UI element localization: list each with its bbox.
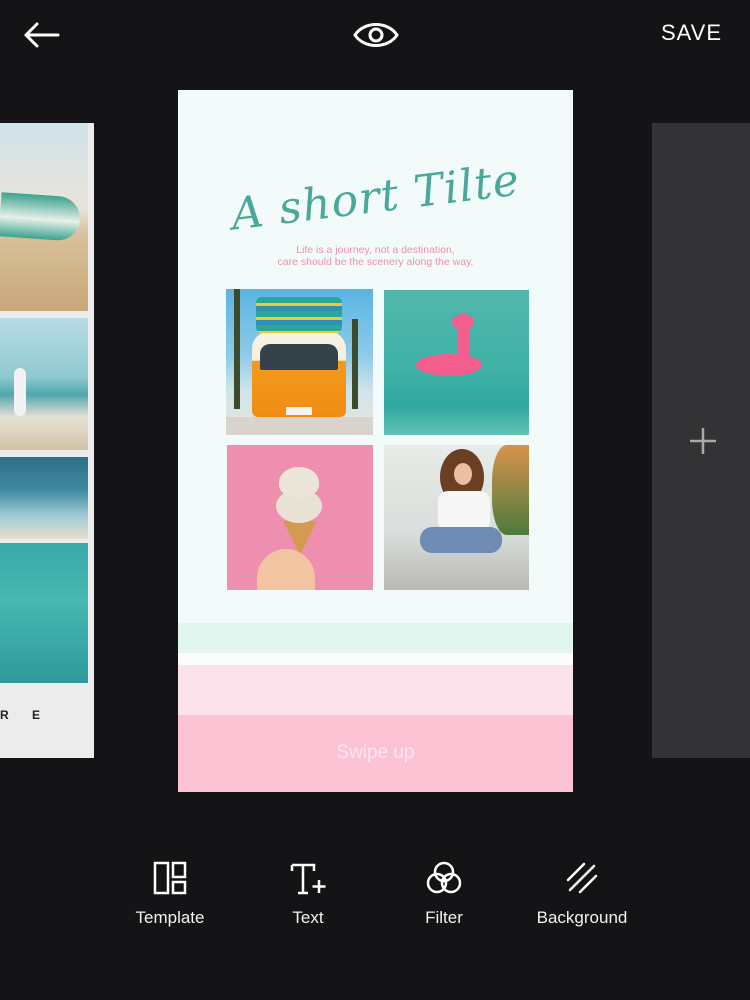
van-photo[interactable] bbox=[226, 289, 373, 435]
story-title[interactable]: A short Tilte bbox=[178, 148, 573, 247]
light-pink-band bbox=[178, 665, 573, 715]
arrow-left-icon bbox=[24, 22, 60, 48]
template-tool-label: Template bbox=[135, 908, 205, 927]
preview-button[interactable] bbox=[352, 18, 400, 52]
mint-band bbox=[178, 623, 573, 653]
background-stripes-icon bbox=[566, 862, 598, 894]
background-tool-label: Background bbox=[536, 908, 628, 927]
text-plus-icon bbox=[290, 863, 326, 895]
girl-sitting-photo[interactable] bbox=[384, 445, 529, 590]
background-tool-button[interactable]: Background bbox=[527, 860, 637, 928]
palm-tree bbox=[234, 289, 240, 409]
ocean-photo bbox=[0, 457, 88, 539]
template-icon bbox=[153, 861, 187, 895]
van-plate bbox=[286, 407, 312, 415]
plus-icon bbox=[690, 428, 716, 454]
story-canvas[interactable]: A short Tilte Life is a journey, not a d… bbox=[178, 90, 573, 792]
ice-cream-scoop-top bbox=[279, 467, 319, 497]
filter-tool-button[interactable]: Filter bbox=[404, 860, 484, 928]
flamingo-float-photo[interactable] bbox=[384, 290, 529, 435]
swipe-up-label[interactable]: Swipe up bbox=[178, 742, 573, 764]
water-photo bbox=[0, 543, 88, 683]
previous-card-text: R E bbox=[0, 708, 51, 722]
girl-shirt bbox=[438, 491, 490, 531]
text-tool-button[interactable]: Text bbox=[268, 860, 348, 928]
van-window bbox=[260, 344, 338, 370]
beach-photo bbox=[0, 318, 88, 450]
hand bbox=[257, 549, 315, 590]
girl-face bbox=[454, 463, 472, 485]
previous-story-card[interactable]: R E bbox=[0, 123, 94, 758]
plant bbox=[492, 445, 529, 535]
girl-jeans bbox=[420, 527, 502, 553]
filter-tool-label: Filter bbox=[425, 908, 463, 927]
back-button[interactable] bbox=[22, 18, 62, 52]
template-tool-button[interactable]: Template bbox=[124, 860, 216, 928]
road bbox=[226, 417, 373, 435]
ice-cream-photo[interactable] bbox=[227, 445, 373, 590]
flamingo-ring bbox=[416, 354, 482, 376]
surfboard-standing-shape bbox=[14, 368, 26, 416]
save-button[interactable]: SAVE bbox=[661, 20, 722, 46]
white-band bbox=[178, 653, 573, 665]
flamingo-head bbox=[452, 314, 474, 330]
story-subtitle-line2[interactable]: care should be the scenery along the way… bbox=[178, 256, 573, 269]
filter-circles-icon bbox=[426, 861, 462, 894]
add-story-card[interactable] bbox=[652, 123, 750, 758]
surfboard-photo bbox=[0, 123, 88, 311]
surfboard-shape bbox=[0, 192, 82, 242]
eye-icon bbox=[353, 23, 399, 47]
top-bar: SAVE bbox=[0, 0, 750, 70]
text-tool-label: Text bbox=[292, 908, 324, 927]
palm-tree bbox=[352, 319, 358, 409]
van-surfboards bbox=[256, 297, 342, 333]
